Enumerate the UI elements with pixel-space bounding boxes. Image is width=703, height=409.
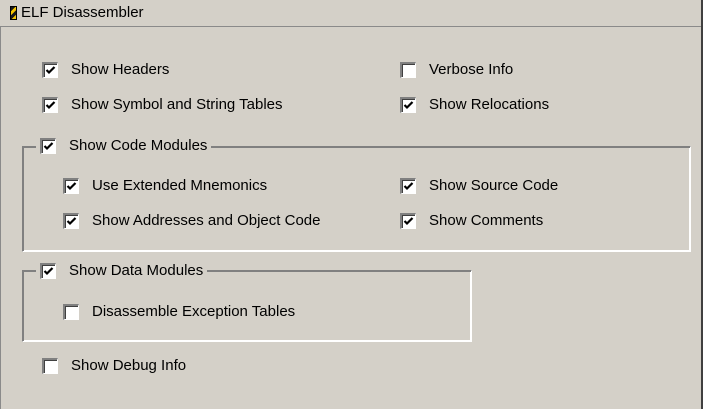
verbose-info-checkbox[interactable]: Verbose Info [400, 61, 513, 79]
checkbox-box[interactable] [400, 178, 416, 194]
checkbox-box[interactable] [42, 358, 58, 374]
verbose-info-label: Verbose Info [429, 61, 514, 78]
checkmark-icon [66, 217, 77, 226]
checkbox-box[interactable] [40, 263, 56, 279]
checkbox-box[interactable] [400, 97, 416, 113]
show-headers-checkbox[interactable]: Show Headers [42, 61, 169, 79]
show-data-modules-checkbox[interactable]: Show Data Modules [36, 262, 208, 280]
checkbox-box[interactable] [63, 178, 79, 194]
window-title: ELF Disassembler [21, 4, 144, 21]
checkmark-icon [43, 267, 54, 276]
checkbox-box[interactable] [63, 213, 79, 229]
checkbox-box[interactable] [400, 213, 416, 229]
checkbox-box[interactable] [63, 304, 79, 320]
elf-disassembler-panel: ELF Disassembler Show Headers Verbose In… [0, 0, 703, 409]
disassemble-exception-tables-checkbox[interactable]: Disassemble Exception Tables [63, 303, 295, 321]
checkmark-icon [66, 182, 77, 191]
show-comments-checkbox[interactable]: Show Comments [400, 212, 543, 230]
use-extended-mnemonics-label: Use Extended Mnemonics [92, 177, 268, 194]
show-source-code-checkbox[interactable]: Show Source Code [400, 177, 558, 195]
checkbox-box[interactable] [400, 62, 416, 78]
checkmark-icon [45, 66, 56, 75]
show-addresses-object-code-label: Show Addresses and Object Code [92, 212, 321, 229]
disassemble-exception-tables-label: Disassemble Exception Tables [92, 303, 296, 320]
panel-left-border [0, 26, 1, 409]
show-relocations-checkbox[interactable]: Show Relocations [400, 96, 549, 114]
title-bar: ELF Disassembler [0, 0, 701, 27]
show-symbol-string-tables-label: Show Symbol and String Tables [71, 96, 283, 113]
show-data-modules-label: Show Data Modules [69, 262, 204, 279]
show-source-code-label: Show Source Code [429, 177, 559, 194]
checkmark-icon [403, 101, 414, 110]
hazard-stripe-icon [10, 6, 17, 20]
show-addresses-object-code-checkbox[interactable]: Show Addresses and Object Code [63, 212, 320, 230]
use-extended-mnemonics-checkbox[interactable]: Use Extended Mnemonics [63, 177, 267, 195]
show-code-modules-checkbox[interactable]: Show Code Modules [36, 137, 212, 155]
checkmark-icon [403, 182, 414, 191]
show-headers-label: Show Headers [71, 61, 170, 78]
checkbox-box[interactable] [40, 138, 56, 154]
checkmark-icon [45, 101, 56, 110]
show-comments-label: Show Comments [429, 212, 544, 229]
checkbox-box[interactable] [42, 97, 58, 113]
checkbox-box[interactable] [42, 62, 58, 78]
checkmark-icon [403, 217, 414, 226]
show-code-modules-label: Show Code Modules [69, 137, 208, 154]
show-relocations-label: Show Relocations [429, 96, 550, 113]
show-symbol-string-tables-checkbox[interactable]: Show Symbol and String Tables [42, 96, 283, 114]
show-debug-info-label: Show Debug Info [71, 357, 187, 374]
show-debug-info-checkbox[interactable]: Show Debug Info [42, 357, 186, 375]
code-modules-group [22, 146, 691, 252]
checkmark-icon [43, 142, 54, 151]
